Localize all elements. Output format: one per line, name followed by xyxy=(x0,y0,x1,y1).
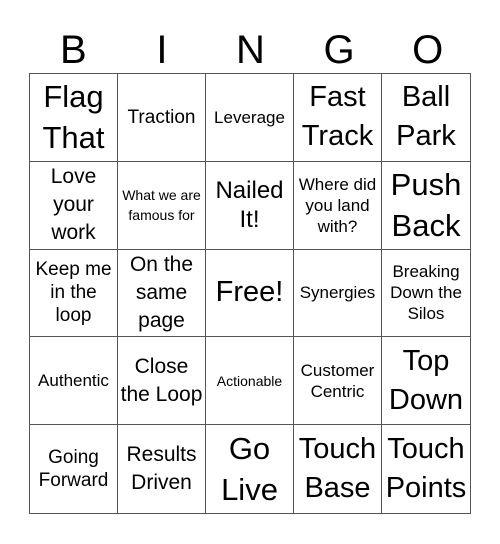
bingo-cell[interactable]: Ball Park xyxy=(382,74,470,162)
cell-text: Close the Loop xyxy=(120,354,203,406)
bingo-header: B I N G O xyxy=(29,28,472,73)
bingo-cell[interactable]: Fast Track xyxy=(294,74,382,162)
cell-text: Breaking Down the Silos xyxy=(390,262,462,324)
bingo-cell[interactable]: On the same page xyxy=(118,249,206,338)
bingo-cell[interactable]: Customer Centric xyxy=(294,337,382,426)
bingo-cell[interactable]: Top Down xyxy=(382,337,470,426)
cell-text: Where did you land with? xyxy=(298,174,377,236)
cell-text: Traction xyxy=(127,106,196,128)
bingo-cell[interactable]: Flag That xyxy=(30,74,118,162)
cell-text: Authentic xyxy=(38,371,109,391)
cell-text: Push Back xyxy=(390,167,462,244)
cell-text: Touch Base xyxy=(298,433,377,505)
cell-text: Nailed It! xyxy=(215,177,284,234)
bingo-cell[interactable]: Results Driven xyxy=(118,425,206,513)
cell-text: Synergies xyxy=(299,283,376,303)
header-letter-i: I xyxy=(156,28,168,72)
free-space-cell[interactable]: Free! xyxy=(206,249,294,338)
bingo-cell[interactable]: Breaking Down the Silos xyxy=(382,250,470,338)
bingo-cell[interactable]: Synergies xyxy=(294,249,382,338)
bingo-cell[interactable]: Going Forward xyxy=(30,425,118,513)
bingo-cell[interactable]: What we are famous for xyxy=(118,161,206,250)
bingo-cell[interactable]: Keep me in the loop xyxy=(30,249,118,338)
bingo-cell[interactable]: Go Live xyxy=(206,425,294,513)
cell-text: Love your work xyxy=(50,165,97,245)
cell-text: Results Driven xyxy=(126,443,197,495)
bingo-cell[interactable]: Where did you land with? xyxy=(294,161,382,250)
cell-text: Ball Park xyxy=(396,81,456,153)
cell-text: Actionable xyxy=(216,372,283,389)
cell-text: Go Live xyxy=(221,431,278,508)
header-letter-g: G xyxy=(323,28,355,72)
bingo-cell[interactable]: Love your work xyxy=(30,161,118,250)
bingo-cell[interactable]: Touch Points xyxy=(382,425,470,513)
cell-text: Customer Centric xyxy=(300,360,375,401)
bingo-cell[interactable]: Close the Loop xyxy=(118,337,206,426)
header-letter-n: N xyxy=(236,28,265,72)
cell-text: Free! xyxy=(215,276,284,309)
bingo-cell[interactable]: Push Back xyxy=(382,162,470,250)
cell-text: Keep me in the loop xyxy=(35,259,112,327)
header-letter-b: B xyxy=(59,28,87,72)
bingo-cell[interactable]: Touch Base xyxy=(294,425,382,513)
cell-text: What we are famous for xyxy=(122,187,201,224)
bingo-cell[interactable]: Authentic xyxy=(30,337,118,426)
bingo-cell[interactable]: Traction xyxy=(118,74,206,162)
cell-text: On the same page xyxy=(129,252,194,332)
bingo-cell[interactable]: Nailed It! xyxy=(206,161,294,250)
header-letter-o: O xyxy=(412,28,444,72)
bingo-card-grid: Flag That Traction Leverage Fast Track B… xyxy=(29,73,471,514)
cell-text: Top Down xyxy=(388,344,464,416)
cell-text: Touch Points xyxy=(385,433,467,505)
bingo-cell[interactable]: Leverage xyxy=(206,74,294,162)
cell-text: Leverage xyxy=(214,107,285,127)
cell-text: Going Forward xyxy=(38,447,109,492)
bingo-cell[interactable]: Actionable xyxy=(206,337,294,426)
cell-text: Flag That xyxy=(42,79,105,156)
cell-text: Fast Track xyxy=(301,81,374,153)
